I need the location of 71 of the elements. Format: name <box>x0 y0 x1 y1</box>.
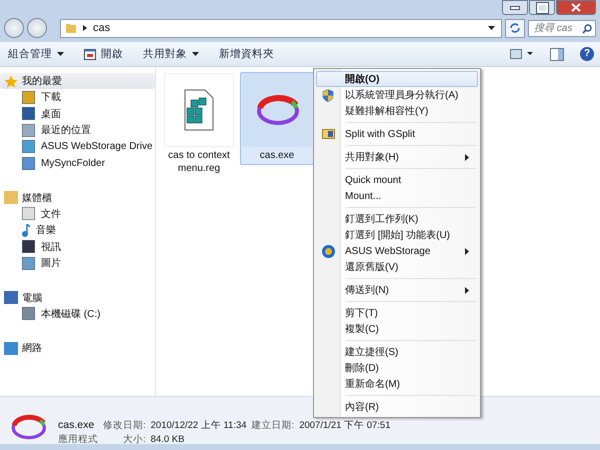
sidebar-item[interactable]: 電腦 <box>0 290 155 306</box>
sidebar-item[interactable]: 桌面 <box>0 106 155 122</box>
refresh-icon <box>510 23 520 33</box>
breadcrumb-arrow-icon[interactable] <box>83 25 87 31</box>
sidebar-item[interactable]: 視訊 <box>0 238 155 255</box>
star-icon <box>4 74 18 88</box>
file-item[interactable]: cas.exe <box>240 72 314 165</box>
split-icon <box>322 129 334 139</box>
toolbar-button[interactable]: 組合管理 <box>6 45 66 63</box>
sidebar-item[interactable]: 網路 <box>0 340 155 356</box>
menu-item[interactable]: 釘選到工作列(K) <box>316 211 478 227</box>
detail-value: 2007/1/21 下午 07:51 <box>299 419 391 432</box>
rainbow-ring-icon <box>255 95 299 125</box>
detail-label: 修改日期: <box>103 419 146 432</box>
sidebar-item[interactable]: 媒體櫃 <box>0 190 155 206</box>
menu-item[interactable]: 剪下(T) <box>316 305 478 321</box>
toolbar-button[interactable]: 新增資料夾 <box>217 45 276 63</box>
file-type: 應用程式 <box>58 433 98 446</box>
preview-pane-button[interactable] <box>550 48 564 60</box>
restore-button[interactable] <box>529 0 555 15</box>
detail-label: 大小: <box>122 433 146 446</box>
help-button[interactable]: ? <box>580 47 594 61</box>
sidebar-item[interactable]: ASUS WebStorage Drive <box>0 138 155 155</box>
sidebar-item[interactable]: MySyncFolder <box>0 155 155 172</box>
detail-value: 2010/12/22 上午 11:34 <box>150 419 247 432</box>
menu-item[interactable]: 建立捷徑(S) <box>316 344 478 360</box>
sidebar-item[interactable]: 下載 <box>0 89 155 106</box>
menu-item[interactable]: 疑難排解相容性(Y) <box>316 103 478 119</box>
menu-item[interactable]: 還原舊版(V) <box>316 259 478 275</box>
view-options-button[interactable] <box>510 49 534 59</box>
menu-item[interactable]: 釘選到 [開始] 功能表(U) <box>316 227 478 243</box>
address-field[interactable]: cas <box>60 18 502 38</box>
menu-item[interactable]: Split with GSplit <box>316 126 478 142</box>
sidebar-item[interactable]: 本機磁碟 (C:) <box>0 306 155 322</box>
menu-item[interactable]: 以系統管理員身分執行(A) <box>316 87 478 103</box>
rainbow-ring-icon <box>10 414 46 440</box>
back-button[interactable] <box>4 18 24 38</box>
toolbar-button[interactable]: 共用對象 <box>141 45 201 63</box>
registry-file-icon <box>184 89 214 131</box>
sidebar-item[interactable]: 音樂 <box>0 222 155 238</box>
folder-icon <box>65 22 77 34</box>
sidebar-item[interactable]: 文件 <box>0 206 155 222</box>
menu-item[interactable]: 複製(C) <box>316 321 478 337</box>
menu-item[interactable]: 內容(R) <box>316 399 478 415</box>
detail-label: 建立日期: <box>252 419 294 432</box>
sidebar-item[interactable]: 最近的位置 <box>0 122 155 138</box>
window-icon <box>84 48 96 60</box>
circle-logo-icon <box>322 244 334 258</box>
menu-item[interactable]: Quick mount <box>316 172 478 188</box>
menu-item[interactable]: ASUS WebStorage <box>316 243 478 259</box>
menu-item[interactable]: 傳送到(N) <box>316 282 478 298</box>
detail-value: 84.0 KB <box>150 434 186 445</box>
close-button[interactable] <box>556 0 596 15</box>
minimize-button[interactable] <box>502 0 528 15</box>
menu-item[interactable]: 重新命名(M) <box>316 376 478 392</box>
sidebar-item[interactable]: 圖片 <box>0 255 155 272</box>
toolbar-button[interactable]: 開啟 <box>82 45 125 63</box>
file-name: cas.exe <box>58 419 96 431</box>
forward-button[interactable] <box>27 18 47 38</box>
close-icon <box>571 3 581 12</box>
refresh-button[interactable] <box>505 18 525 38</box>
search-icon[interactable] <box>582 24 592 34</box>
menu-item[interactable]: 刪除(D) <box>316 360 478 376</box>
menu-item[interactable]: 開啟(O) <box>316 71 478 87</box>
shield-icon <box>322 88 334 102</box>
menu-item[interactable]: Mount... <box>316 188 478 204</box>
search-field[interactable]: 搜尋 cas <box>528 20 596 36</box>
dropdown-arrow-icon[interactable] <box>488 26 495 30</box>
music-note-icon <box>22 224 30 237</box>
sidebar-item[interactable]: 我的最愛 <box>0 73 155 89</box>
menu-item[interactable]: 共用對象(H) <box>316 149 478 165</box>
